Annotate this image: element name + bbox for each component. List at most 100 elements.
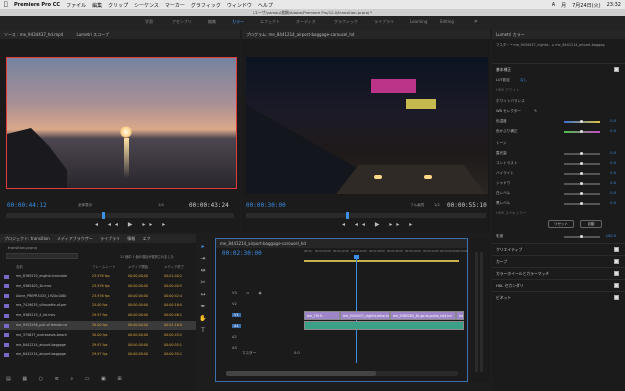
timeline-scrollbar[interactable]: [226, 371, 458, 376]
type-tool-icon[interactable]: T: [198, 327, 208, 336]
ws-editing[interactable]: Editing: [440, 19, 454, 24]
program-timecode-left[interactable]: 00:00:30:00: [246, 202, 286, 209]
timeline-ruler[interactable]: 00:00 00:02:04:00 00:02:12:00 00:02:20:0…: [304, 250, 468, 258]
clip-v1-1[interactable]: me_7919..: [304, 311, 340, 320]
more-workspaces-icon[interactable]: »: [474, 18, 478, 25]
project-item-row[interactable]: me_9365403_4k.mov 23.976 fps 00:00:00:00 00…: [0, 282, 196, 291]
program-video-frame[interactable]: [246, 57, 488, 194]
exposure-slider[interactable]: [580, 152, 583, 155]
menu-edit[interactable]: 編集: [92, 2, 102, 9]
master-value[interactable]: 0.0: [294, 351, 300, 355]
contrast-slider[interactable]: [580, 162, 583, 165]
reset-button[interactable]: リセット: [548, 220, 574, 228]
project-item-row[interactable]: me_8441214_airport-baggage 29.97 fps 00:00…: [0, 350, 196, 359]
ws-assembly[interactable]: アセンブリ: [172, 19, 192, 25]
temp-slider[interactable]: [580, 120, 583, 123]
tint-slider[interactable]: [580, 130, 583, 133]
project-search-input[interactable]: [6, 253, 78, 259]
track-a3[interactable]: A3: [232, 346, 237, 350]
ws-graphics[interactable]: グラフィック: [334, 19, 358, 25]
source-scrubber[interactable]: [6, 212, 234, 219]
saturation-value[interactable]: 100.0: [606, 231, 616, 242]
track-v2[interactable]: V2: [232, 302, 237, 306]
track-a2[interactable]: A2: [232, 335, 237, 339]
source-resolution-select[interactable]: 1/4: [158, 203, 164, 207]
program-tab[interactable]: プログラム: me_8441214_airport-baggage-carous…: [242, 30, 490, 39]
col-media-start[interactable]: メディア開始: [128, 263, 148, 271]
menu-app[interactable]: Premiere Pro CC: [14, 2, 60, 9]
track-v3[interactable]: V3: [232, 291, 237, 295]
lumetri-clip-path[interactable]: マスター * me_9434437_nightd... ▸ me_8441214…: [496, 42, 622, 47]
curves-checkbox[interactable]: [614, 259, 619, 264]
project-item-row[interactable]: me_8765570_english-translate 23.976 fps 00…: [0, 272, 196, 281]
clip-a1[interactable]: [304, 321, 464, 330]
shadow-slider[interactable]: [580, 182, 583, 185]
tab-source[interactable]: ソース : me_9434437_hd.mp4: [4, 32, 63, 37]
basic-checkbox[interactable]: [614, 67, 619, 72]
tint-value[interactable]: 0.0: [610, 126, 616, 137]
ws-libraries[interactable]: ライブラリ: [374, 19, 394, 25]
saturation-slider[interactable]: [580, 235, 583, 238]
project-item-row[interactable]: me_9353296_pull-of-female-ca 30.00 fps 00:…: [0, 321, 196, 330]
tint-row[interactable]: 色かぶり補正 0.0: [496, 126, 616, 137]
white-slider[interactable]: [580, 192, 583, 195]
program-scrubber[interactable]: [246, 212, 486, 219]
selection-tool-icon[interactable]: ▸: [198, 243, 208, 252]
timeline-playhead[interactable]: [356, 257, 357, 363]
menu-clip[interactable]: クリップ: [108, 2, 128, 9]
ripple-tool-icon[interactable]: ⇹: [198, 267, 208, 276]
work-area-bar[interactable]: [304, 260, 459, 262]
track-select-tool-icon[interactable]: ⇥: [198, 255, 208, 264]
ws-audio[interactable]: オーディオ: [296, 19, 316, 25]
tab-libraries[interactable]: ライブラリ: [100, 236, 120, 241]
track-a1[interactable]: A1: [232, 324, 241, 328]
menu-graphics[interactable]: グラフィック: [191, 2, 221, 9]
auto-button[interactable]: 自動: [580, 220, 602, 228]
timeline-tab[interactable]: me_8441214_airport-baggage-carousel_hd: [216, 239, 467, 248]
tab-lumetri-scopes[interactable]: Lumetri スコープ: [76, 32, 108, 37]
slip-tool-icon[interactable]: ↔: [198, 291, 208, 300]
apple-icon[interactable]: : [4, 1, 8, 8]
project-item-row[interactable]: me_8441214_airport-baggage 29.97 fps 00:00…: [0, 341, 196, 350]
pen-tool-icon[interactable]: ✒: [198, 303, 208, 312]
saturation-row[interactable]: 彩度 100.0: [496, 231, 616, 242]
highlight-slider[interactable]: [580, 172, 583, 175]
program-fit-select[interactable]: フル画質: [410, 203, 424, 208]
razor-tool-icon[interactable]: ✂: [198, 279, 208, 288]
ws-learning[interactable]: Learning: [410, 19, 427, 24]
col-framerate[interactable]: フレームレート: [92, 263, 116, 271]
col-name[interactable]: 名前: [16, 263, 23, 271]
program-transport-controls[interactable]: ◂ ◂◂ ▶ ▸▸ ▸: [342, 221, 416, 228]
vignette-checkbox[interactable]: [614, 295, 619, 300]
tab-effects[interactable]: エフ: [143, 236, 151, 241]
program-playhead[interactable]: [346, 212, 349, 219]
project-footer-icons[interactable]: ▤ ▦ ○ ≡ ⌕ ▭ ▣ ⊞: [6, 376, 127, 382]
ws-edit[interactable]: 編集: [208, 19, 216, 25]
source-timecode-left[interactable]: 00:00:44:12: [7, 202, 47, 209]
project-item-row[interactable]: me_9365215_4_hd.mov 29.97 fps 00:00:00:00 0…: [0, 311, 196, 320]
clip-v1-3[interactable]: me_9365265_4k-go-to-pulse_hd4-hd: [390, 311, 456, 320]
section-vignette[interactable]: ビネット: [492, 291, 625, 303]
menu-window[interactable]: ウィンドウ: [227, 2, 252, 9]
source-fit-select[interactable]: 全体表示: [78, 203, 92, 208]
source-transport-controls[interactable]: ◂ ◂◂ ▶ ▸▸ ▸: [95, 221, 169, 228]
section-hsl[interactable]: HSL セカンダリ: [492, 279, 625, 291]
project-item-row[interactable]: me_375637_overseases-beach 30.00 fps 00:00…: [0, 331, 196, 340]
lumetri-title[interactable]: Lumetri カラー: [492, 30, 625, 39]
menu-sequence[interactable]: シーケンス: [134, 2, 159, 9]
input-source[interactable]: A: [552, 2, 555, 9]
project-item-row[interactable]: Alone_PREPR5433_1920x1080 23.976 fps 00:00…: [0, 292, 196, 301]
clip-v1-4[interactable]: me_8441214: [456, 311, 464, 320]
source-playhead[interactable]: [102, 212, 105, 219]
playhead-handle[interactable]: [354, 255, 359, 259]
menu-marker[interactable]: マーカー: [165, 2, 185, 9]
section-creative[interactable]: クリエイティブ: [492, 243, 625, 255]
section-curves[interactable]: カーブ: [492, 255, 625, 267]
col-media-end[interactable]: メディア終了: [164, 263, 184, 271]
hand-tool-icon[interactable]: ✋: [198, 315, 208, 324]
color-wheels-checkbox[interactable]: [614, 271, 619, 276]
track-v1[interactable]: V1: [232, 313, 241, 317]
clock-text[interactable]: 23:32: [607, 2, 621, 9]
ws-color[interactable]: カラー: [232, 19, 244, 25]
ws-effects[interactable]: エフェクト: [260, 19, 280, 25]
